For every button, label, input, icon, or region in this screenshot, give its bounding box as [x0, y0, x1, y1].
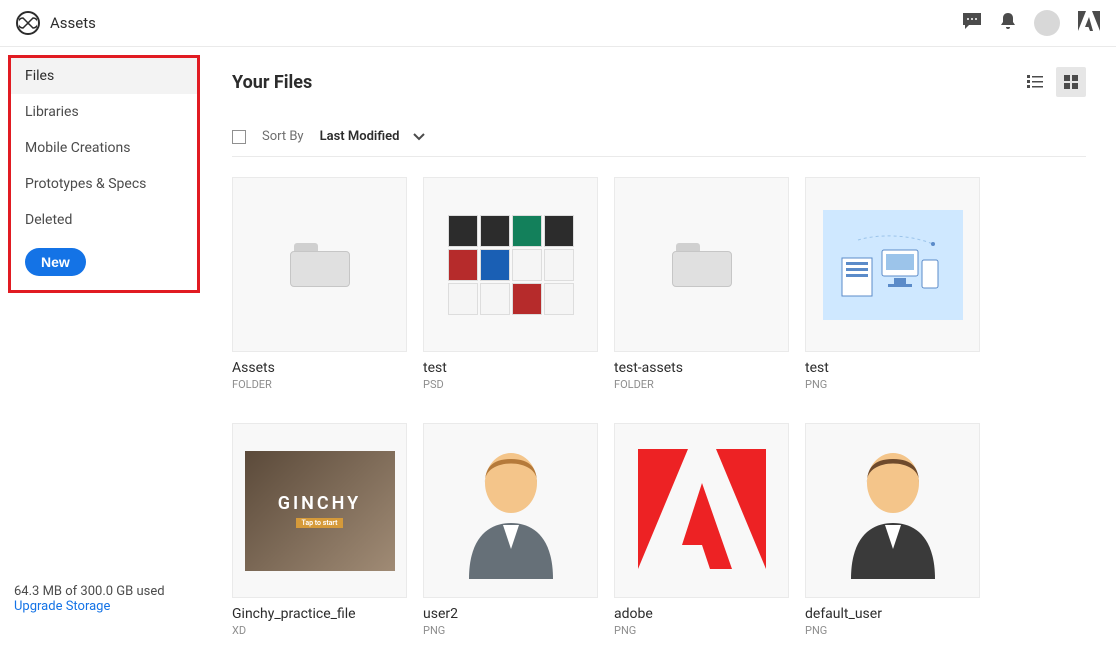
sidebar: FilesLibrariesMobile CreationsPrototypes…	[0, 47, 210, 646]
file-type: FOLDER	[232, 378, 407, 391]
file-card[interactable]: test PSD	[423, 177, 598, 391]
avatar-icon[interactable]	[1034, 10, 1060, 36]
sidebar-item-prototypes-specs[interactable]: Prototypes & Specs	[11, 166, 197, 202]
sort-label: Sort By	[262, 129, 304, 144]
file-name: test	[423, 360, 598, 376]
sidebar-footer: 64.3 MB of 300.0 GB used Upgrade Storage	[8, 576, 200, 638]
main-header: Your Files	[232, 67, 1086, 97]
new-button[interactable]: New	[25, 248, 86, 276]
psd-thumbnail	[446, 213, 576, 317]
grid-view-button[interactable]	[1056, 67, 1086, 97]
sidebar-item-mobile-creations[interactable]: Mobile Creations	[11, 130, 197, 166]
file-type: XD	[232, 624, 407, 637]
file-thumbnail	[232, 177, 407, 352]
file-type: PNG	[805, 624, 980, 637]
file-type: PNG	[614, 624, 789, 637]
sort-row: Sort By Last Modified	[232, 129, 1086, 157]
file-name: test	[805, 360, 980, 376]
file-thumbnail	[614, 423, 789, 598]
file-card[interactable]: GINCHYTap to start Ginchy_practice_file XD	[232, 423, 407, 637]
file-grid: AssetsFOLDERtestPSDtest-assetsFOLDERtest…	[232, 177, 1086, 637]
file-card[interactable]: Assets FOLDER	[232, 177, 407, 391]
folder-icon	[290, 243, 350, 287]
header-left: Assets	[16, 11, 96, 35]
upgrade-storage-link[interactable]: Upgrade Storage	[14, 599, 194, 614]
file-card[interactable]: default_user PNG	[805, 423, 980, 637]
file-name: user2	[423, 606, 598, 622]
adobe-logo-thumbnail	[632, 439, 772, 583]
file-thumbnail	[805, 423, 980, 598]
app-title: Assets	[50, 14, 96, 32]
file-type: PSD	[423, 378, 598, 391]
ginchy-thumbnail: GINCHYTap to start	[245, 451, 395, 571]
select-all-checkbox[interactable]	[232, 130, 246, 144]
user-avatar-thumbnail	[451, 439, 571, 583]
file-thumbnail	[423, 177, 598, 352]
file-name: test-assets	[614, 360, 789, 376]
file-card[interactable]: user2 PNG	[423, 423, 598, 637]
main-content: Your Files Sort By Last Modified Assets F…	[210, 47, 1116, 646]
file-name: Assets	[232, 360, 407, 376]
user-avatar-thumbnail	[833, 439, 953, 583]
file-name: default_user	[805, 606, 980, 622]
file-thumbnail	[423, 423, 598, 598]
view-toggle	[1020, 67, 1086, 97]
file-type: FOLDER	[614, 378, 789, 391]
file-thumbnail	[805, 177, 980, 352]
page-title: Your Files	[232, 72, 312, 93]
file-card[interactable]: test PNG	[805, 177, 980, 391]
file-type: PNG	[805, 378, 980, 391]
header-right	[962, 10, 1100, 36]
folder-icon	[672, 243, 732, 287]
list-view-button[interactable]	[1020, 67, 1050, 97]
sidebar-highlight-box: FilesLibrariesMobile CreationsPrototypes…	[8, 55, 200, 293]
adobe-logo-icon[interactable]	[1078, 11, 1100, 35]
creative-cloud-icon[interactable]	[16, 11, 40, 35]
file-type: PNG	[423, 624, 598, 637]
sort-dropdown[interactable]: Last Modified	[320, 129, 426, 144]
chat-icon[interactable]	[962, 12, 982, 34]
bell-icon[interactable]	[1000, 12, 1016, 34]
sort-value-text: Last Modified	[320, 129, 400, 144]
file-thumbnail	[614, 177, 789, 352]
illustration-thumbnail	[823, 210, 963, 320]
storage-text: 64.3 MB of 300.0 GB used	[14, 584, 194, 599]
sidebar-item-files[interactable]: Files	[11, 58, 197, 94]
file-card[interactable]: test-assets FOLDER	[614, 177, 789, 391]
file-name: adobe	[614, 606, 789, 622]
file-name: Ginchy_practice_file	[232, 606, 407, 622]
chevron-down-icon	[413, 133, 425, 141]
sidebar-item-libraries[interactable]: Libraries	[11, 94, 197, 130]
sidebar-item-deleted[interactable]: Deleted	[11, 202, 197, 238]
file-thumbnail: GINCHYTap to start	[232, 423, 407, 598]
app-header: Assets	[0, 0, 1116, 47]
file-card[interactable]: adobe PNG	[614, 423, 789, 637]
